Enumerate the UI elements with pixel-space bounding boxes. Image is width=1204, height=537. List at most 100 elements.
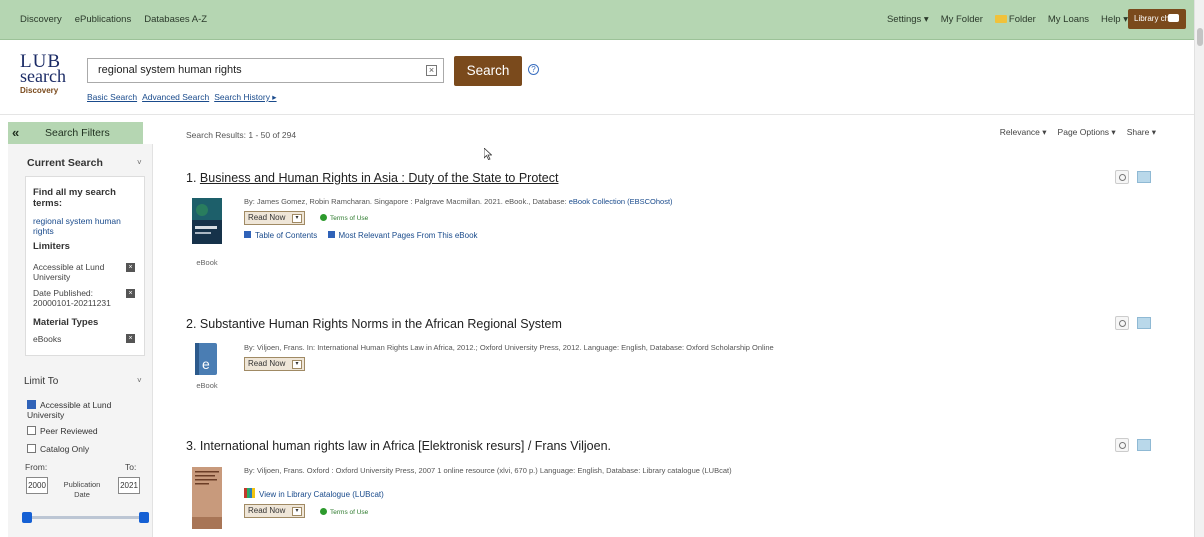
checkbox-checked-icon[interactable] (27, 400, 36, 409)
checkbox-icon[interactable] (27, 426, 36, 435)
top-nav-links: Discovery ePublications Databases A-Z (20, 14, 207, 25)
terms-label: Terms of Use (330, 215, 369, 222)
checkbox-label: Accessible at Lund University (27, 400, 112, 420)
library-catalogue-link[interactable]: View in Library Catalogue (LUBcat) (244, 488, 384, 499)
book-cover-thumbnail[interactable] (192, 198, 222, 244)
limit-to-chevron-icon[interactable]: ˅ (137, 376, 142, 385)
nav-databases-link[interactable]: Databases A-Z (144, 14, 207, 25)
page-scrollbar[interactable] (1194, 0, 1204, 537)
logo-line3: Discovery (20, 86, 59, 95)
nav-epublications-link[interactable]: ePublications (75, 14, 132, 25)
basic-search-link[interactable]: Basic Search (87, 92, 137, 103)
library-chat-button[interactable]: Library chat (1128, 9, 1186, 29)
dropdown-arrow-icon[interactable]: ▾ (292, 360, 302, 369)
share-menu[interactable]: Share ▾ (1127, 127, 1156, 138)
find-all-terms-label: Find all my search terms: (33, 187, 116, 209)
chevron-down-icon[interactable]: ˅ (137, 158, 142, 167)
result-actions (1115, 438, 1151, 452)
add-to-folder-icon[interactable] (1137, 439, 1151, 451)
search-filters-label: Search Filters (45, 127, 110, 139)
book-cover-thumbnail[interactable] (192, 467, 222, 529)
result-byline: By: Viljoen, Frans. Oxford : Oxford Univ… (244, 466, 732, 475)
date-range-slider[interactable] (27, 516, 147, 519)
search-history-link[interactable]: Search History ▸ (214, 92, 276, 103)
results-options: Relevance ▾ Page Options ▾ Share ▾ (1000, 127, 1156, 138)
add-to-folder-icon[interactable] (1137, 171, 1151, 183)
search-terms-link[interactable]: regional system human rights (33, 216, 133, 236)
search-button[interactable]: Search (454, 56, 522, 86)
slider-handle-left[interactable] (22, 512, 32, 523)
terms-of-use[interactable]: Terms of Use (320, 214, 368, 222)
help-menu[interactable]: Help ▾ (1101, 14, 1128, 25)
current-search-box: Find all my search terms: regional syste… (25, 176, 145, 356)
date-from-input[interactable]: 2000 (26, 477, 48, 494)
preview-magnifier-icon[interactable] (1115, 438, 1129, 452)
limiters-heading: Limiters (33, 241, 70, 252)
format-label: eBook (196, 258, 218, 267)
table-of-contents-link[interactable]: Table of Contents (244, 231, 317, 240)
result-actions (1115, 170, 1151, 184)
result-title: 2. Substantive Human Rights Norms in the… (186, 317, 562, 331)
scrollbar-thumb[interactable] (1197, 28, 1203, 46)
nav-discovery-link[interactable]: Discovery (20, 14, 62, 25)
remove-material-type-icon[interactable]: × (126, 334, 135, 343)
result-title-link[interactable]: Substantive Human Rights Norms in the Af… (200, 317, 562, 331)
search-filters-header[interactable]: « Search Filters (8, 122, 143, 144)
collapse-double-chevron-icon[interactable]: « (12, 125, 19, 140)
checkbox-accessible-lund[interactable]: Accessible at Lund University (27, 400, 137, 420)
checkbox-icon[interactable] (27, 444, 36, 453)
terms-label: Terms of Use (330, 509, 369, 516)
read-now-label: Read Now (248, 213, 286, 222)
result-title-link[interactable]: International human rights law in Africa… (200, 439, 611, 453)
read-now-label: Read Now (248, 359, 286, 368)
mouse-cursor-icon (484, 148, 492, 160)
database-link[interactable]: eBook Collection (EBSCOhost) (569, 197, 673, 206)
checkbox-label: Peer Reviewed (40, 426, 98, 436)
info-icon (320, 508, 327, 515)
help-icon[interactable]: ? (528, 64, 539, 75)
result-byline: By: James Gomez, Robin Ramcharan. Singap… (244, 197, 673, 206)
slider-handle-right[interactable] (139, 512, 149, 523)
chat-bubble-icon (1168, 14, 1179, 22)
checkbox-peer-reviewed[interactable]: Peer Reviewed (27, 426, 98, 436)
folder-link[interactable]: Folder (994, 14, 1036, 25)
toc-links: Table of Contents Most Relevant Pages Fr… (244, 231, 478, 240)
most-relevant-pages-link[interactable]: Most Relevant Pages From This eBook (327, 231, 478, 240)
remove-date-limiter-icon[interactable]: × (126, 289, 135, 298)
result-title-link[interactable]: Business and Human Rights in Asia : Duty… (200, 171, 559, 185)
date-from-label: From: (25, 462, 48, 472)
mrp-label: Most Relevant Pages From This eBook (338, 231, 478, 240)
add-to-folder-icon[interactable] (1137, 317, 1151, 329)
search-input[interactable]: regional system human rights × (87, 58, 444, 83)
material-type-ebooks: eBooks (33, 334, 62, 344)
result-title: 1. Business and Human Rights in Asia : D… (186, 171, 558, 185)
logo-line2: search (20, 66, 66, 86)
settings-menu[interactable]: Settings ▾ (887, 14, 929, 25)
my-folder-link[interactable]: My Folder (941, 14, 983, 25)
dropdown-arrow-icon[interactable]: ▾ (292, 214, 302, 223)
ebook-icon[interactable]: e (192, 343, 222, 377)
toc-label: Table of Contents (255, 231, 318, 240)
my-loans-link[interactable]: My Loans (1048, 14, 1089, 25)
byline-text: By: James Gomez, Robin Ramcharan. Singap… (244, 197, 569, 206)
publication-date-label: Publication Date (63, 480, 101, 499)
date-to-label: To: (125, 462, 137, 472)
terms-of-use[interactable]: Terms of Use (320, 508, 368, 516)
date-to-input[interactable]: 2021 (118, 477, 140, 494)
limit-to-heading[interactable]: Limit To (24, 376, 58, 387)
advanced-search-link[interactable]: Advanced Search (142, 92, 209, 103)
top-nav-right: Settings ▾ My Folder Folder My Loans Hel… (887, 14, 1128, 25)
page-options-menu[interactable]: Page Options ▾ (1058, 127, 1116, 138)
read-now-button[interactable]: Read Now ▾ (244, 504, 305, 518)
dropdown-arrow-icon[interactable]: ▾ (292, 507, 302, 516)
preview-magnifier-icon[interactable] (1115, 316, 1129, 330)
clear-search-icon[interactable]: × (426, 65, 437, 76)
remove-limiter-icon[interactable]: × (126, 263, 135, 272)
checkbox-catalog-only[interactable]: Catalog Only (27, 444, 89, 454)
read-now-button[interactable]: Read Now ▾ (244, 357, 305, 371)
current-search-heading[interactable]: Current Search (27, 157, 103, 169)
read-now-button[interactable]: Read Now ▾ (244, 211, 305, 225)
preview-magnifier-icon[interactable] (1115, 170, 1129, 184)
lubsearch-logo[interactable]: LUB search Discovery (20, 52, 66, 98)
sort-relevance-menu[interactable]: Relevance ▾ (1000, 127, 1047, 138)
